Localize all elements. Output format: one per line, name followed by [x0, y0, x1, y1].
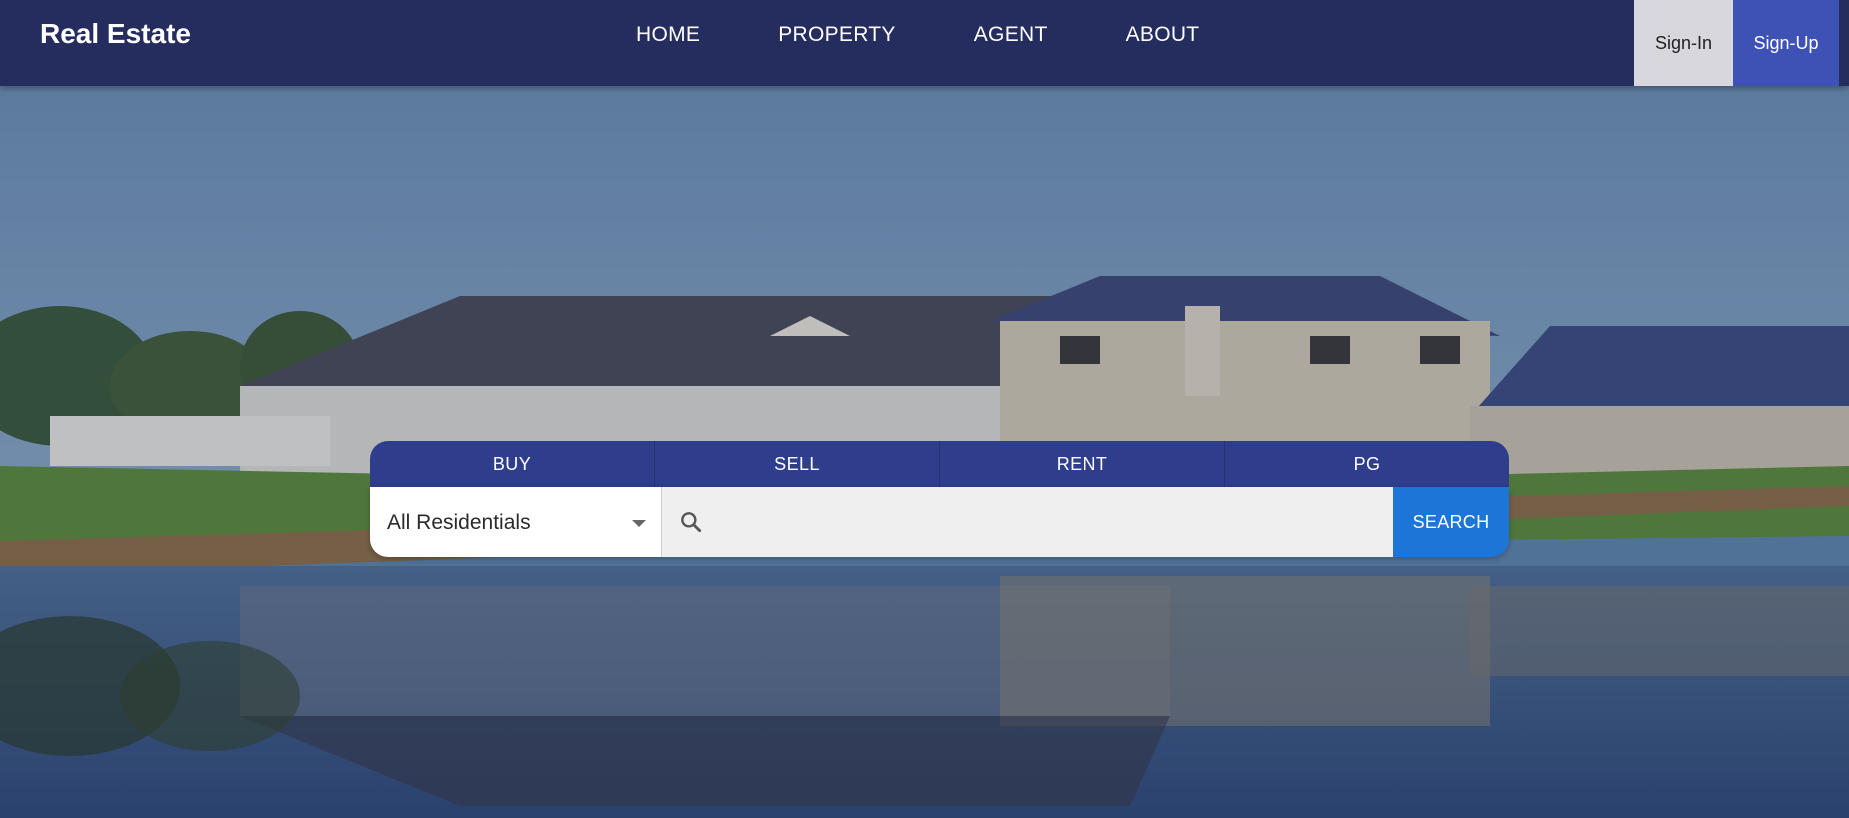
search-widget: BUY SELL RENT PG All Residentials SEARCH — [370, 441, 1509, 557]
search-button[interactable]: SEARCH — [1393, 487, 1509, 557]
chevron-down-icon — [632, 520, 646, 527]
tab-sell[interactable]: SELL — [655, 441, 940, 487]
search-input[interactable] — [712, 487, 1376, 557]
navbar: Real Estate HOME PROPERTY AGENT ABOUT Si… — [0, 0, 1849, 86]
nav-agent[interactable]: AGENT — [974, 23, 1048, 49]
tab-rent[interactable]: RENT — [940, 441, 1225, 487]
listing-type-tabs: BUY SELL RENT PG — [370, 441, 1509, 487]
nav-property[interactable]: PROPERTY — [778, 23, 896, 49]
signin-button[interactable]: Sign-In — [1634, 0, 1733, 86]
tab-buy[interactable]: BUY — [370, 441, 655, 487]
tab-pg[interactable]: PG — [1225, 441, 1509, 487]
nav-links: HOME PROPERTY AGENT ABOUT — [636, 23, 1199, 49]
brand-logo[interactable]: Real Estate — [40, 18, 191, 50]
nav-home[interactable]: HOME — [636, 23, 700, 49]
search-row: All Residentials SEARCH — [370, 487, 1509, 557]
search-field — [662, 487, 1393, 557]
auth-buttons: Sign-In Sign-Up — [1634, 0, 1839, 86]
search-icon — [681, 512, 702, 533]
property-type-value: All Residentials — [387, 511, 531, 534]
nav-about[interactable]: ABOUT — [1126, 23, 1200, 49]
signup-button[interactable]: Sign-Up — [1733, 0, 1839, 86]
property-type-select[interactable]: All Residentials — [370, 487, 662, 557]
